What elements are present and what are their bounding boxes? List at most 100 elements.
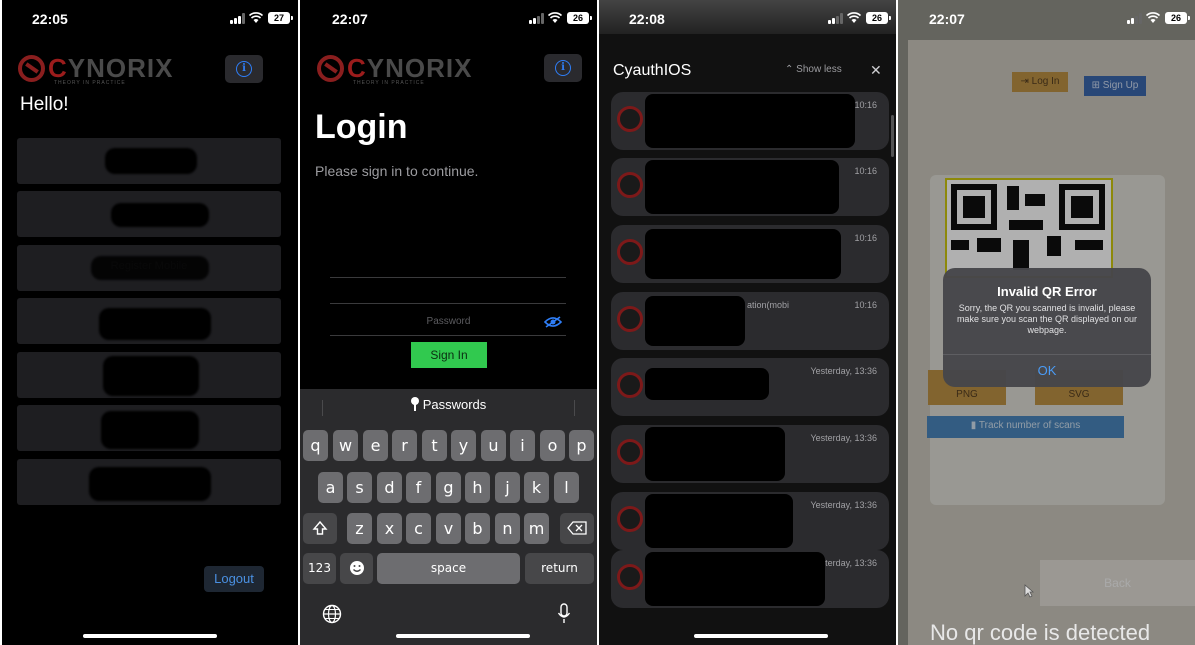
menu-button-register-mobile[interactable]: Register Mobile	[17, 245, 281, 291]
notification-item[interactable]: terday, 13:36	[611, 550, 889, 608]
shift-icon	[312, 520, 328, 535]
microphone-icon[interactable]	[557, 603, 571, 625]
key-x[interactable]: x	[377, 513, 402, 544]
home-indicator[interactable]	[396, 634, 530, 638]
key-q[interactable]: q	[303, 430, 328, 461]
key-h[interactable]: h	[465, 472, 490, 503]
app-icon	[617, 372, 643, 398]
key-c[interactable]: c	[406, 513, 431, 544]
scrollbar[interactable]	[891, 115, 894, 157]
key-n[interactable]: n	[495, 513, 520, 544]
notification-item[interactable]: 10:16 ation(mobi	[611, 292, 889, 350]
menu-button-6[interactable]	[17, 405, 281, 451]
cynorix-logo: CYNORIX THEORY IN PRACTICE	[317, 53, 472, 86]
space-key[interactable]: space	[377, 553, 520, 584]
notification-item[interactable]: 10:16	[611, 92, 889, 150]
status-time: 22:08	[629, 11, 665, 27]
invalid-qr-alert: Invalid QR Error Sorry, the QR you scann…	[943, 268, 1151, 387]
show-password-eye-icon[interactable]	[544, 316, 562, 328]
alert-divider	[943, 354, 1151, 355]
alert-ok-button[interactable]: OK	[943, 363, 1151, 378]
emoji-key[interactable]	[340, 553, 373, 584]
key-y[interactable]: y	[451, 430, 476, 461]
info-button[interactable]: i	[544, 54, 582, 82]
alert-message: Sorry, the QR you scanned is invalid, pl…	[956, 303, 1138, 335]
status-bar: 22:05 27	[2, 0, 298, 36]
key-z[interactable]: z	[347, 513, 372, 544]
emoji-icon	[349, 561, 364, 575]
cynorix-logo: CYNORIX THEORY IN PRACTICE	[18, 53, 173, 86]
menu-button-4[interactable]	[17, 298, 281, 344]
menu-button-5[interactable]	[17, 352, 281, 398]
numbers-key[interactable]: 123	[303, 553, 336, 584]
key-j[interactable]: j	[495, 472, 520, 503]
passwords-autofill-bar[interactable]: Passwords	[300, 397, 597, 419]
info-button[interactable]: i	[225, 55, 263, 83]
key-w[interactable]: w	[333, 430, 358, 461]
logo-tagline: THEORY IN PRACTICE	[54, 80, 126, 86]
home-indicator[interactable]	[694, 634, 828, 638]
cellular-signal-icon	[529, 13, 545, 24]
delete-key[interactable]	[560, 513, 594, 544]
logout-button[interactable]: Logout	[204, 566, 264, 592]
wifi-icon	[249, 12, 263, 23]
key-v[interactable]: v	[436, 513, 461, 544]
app-icon	[617, 306, 643, 332]
notification-group-title: CyauthIOS	[613, 62, 692, 79]
key-f[interactable]: f	[406, 472, 431, 503]
key-l[interactable]: l	[554, 472, 579, 503]
back-button[interactable]: Back	[1040, 560, 1195, 606]
sign-in-button[interactable]: Sign In	[411, 342, 487, 368]
logo-tagline: THEORY IN PRACTICE	[353, 80, 425, 86]
password-underline	[330, 335, 566, 336]
username-field[interactable]	[330, 303, 566, 304]
greeting: Hello!	[20, 94, 69, 115]
key-p[interactable]: p	[569, 430, 594, 461]
status-time: 22:05	[32, 11, 68, 27]
app-icon	[617, 172, 643, 198]
notification-item[interactable]: Yesterday, 13:36	[611, 425, 889, 483]
menu-button-1[interactable]	[17, 138, 281, 184]
wifi-icon	[847, 12, 861, 23]
app-icon	[617, 506, 643, 532]
key-t[interactable]: t	[422, 430, 447, 461]
key-b[interactable]: b	[465, 513, 490, 544]
app-icon	[617, 564, 643, 590]
menu-button-2[interactable]	[17, 191, 281, 237]
keyboard: Passwords q w e r t y u i o p a s d f g …	[300, 389, 597, 645]
menu-button-7[interactable]	[17, 459, 281, 505]
key-r[interactable]: r	[392, 430, 417, 461]
key-i[interactable]: i	[510, 430, 535, 461]
notification-item[interactable]: Yesterday, 13:36	[611, 358, 889, 416]
notification-item[interactable]: 10:16	[611, 158, 889, 216]
battery-icon: 27	[268, 12, 293, 24]
key-g[interactable]: g	[436, 472, 461, 503]
key-o[interactable]: o	[540, 430, 565, 461]
key-m[interactable]: m	[524, 513, 549, 544]
logo-mark-icon	[317, 55, 344, 82]
notification-item[interactable]: Yesterday, 13:36	[611, 492, 889, 550]
app-icon	[617, 439, 643, 465]
key-a[interactable]: a	[318, 472, 343, 503]
key-d[interactable]: d	[377, 472, 402, 503]
shift-key[interactable]	[303, 513, 337, 544]
no-qr-status-text: No qr code is detected	[930, 620, 1151, 645]
key-s[interactable]: s	[347, 472, 372, 503]
key-u[interactable]: u	[481, 430, 506, 461]
close-icon[interactable]: ✕	[870, 62, 882, 79]
chevron-up-icon: ⌃	[785, 64, 797, 75]
cellular-signal-icon	[1127, 13, 1143, 24]
key-k[interactable]: k	[524, 472, 549, 503]
key-e[interactable]: e	[363, 430, 388, 461]
home-indicator[interactable]	[83, 634, 217, 638]
return-key[interactable]: return	[525, 553, 594, 584]
show-less-button[interactable]: ⌃ Show less	[785, 64, 842, 75]
status-bar: 22:07 26	[300, 0, 597, 36]
notification-item[interactable]: 10:16	[611, 225, 889, 283]
battery-icon: 26	[1165, 12, 1190, 24]
key-icon	[410, 397, 419, 411]
status-time: 22:07	[332, 11, 368, 27]
backspace-icon	[567, 521, 587, 535]
globe-icon[interactable]	[322, 604, 342, 624]
alert-title: Invalid QR Error	[997, 284, 1097, 299]
